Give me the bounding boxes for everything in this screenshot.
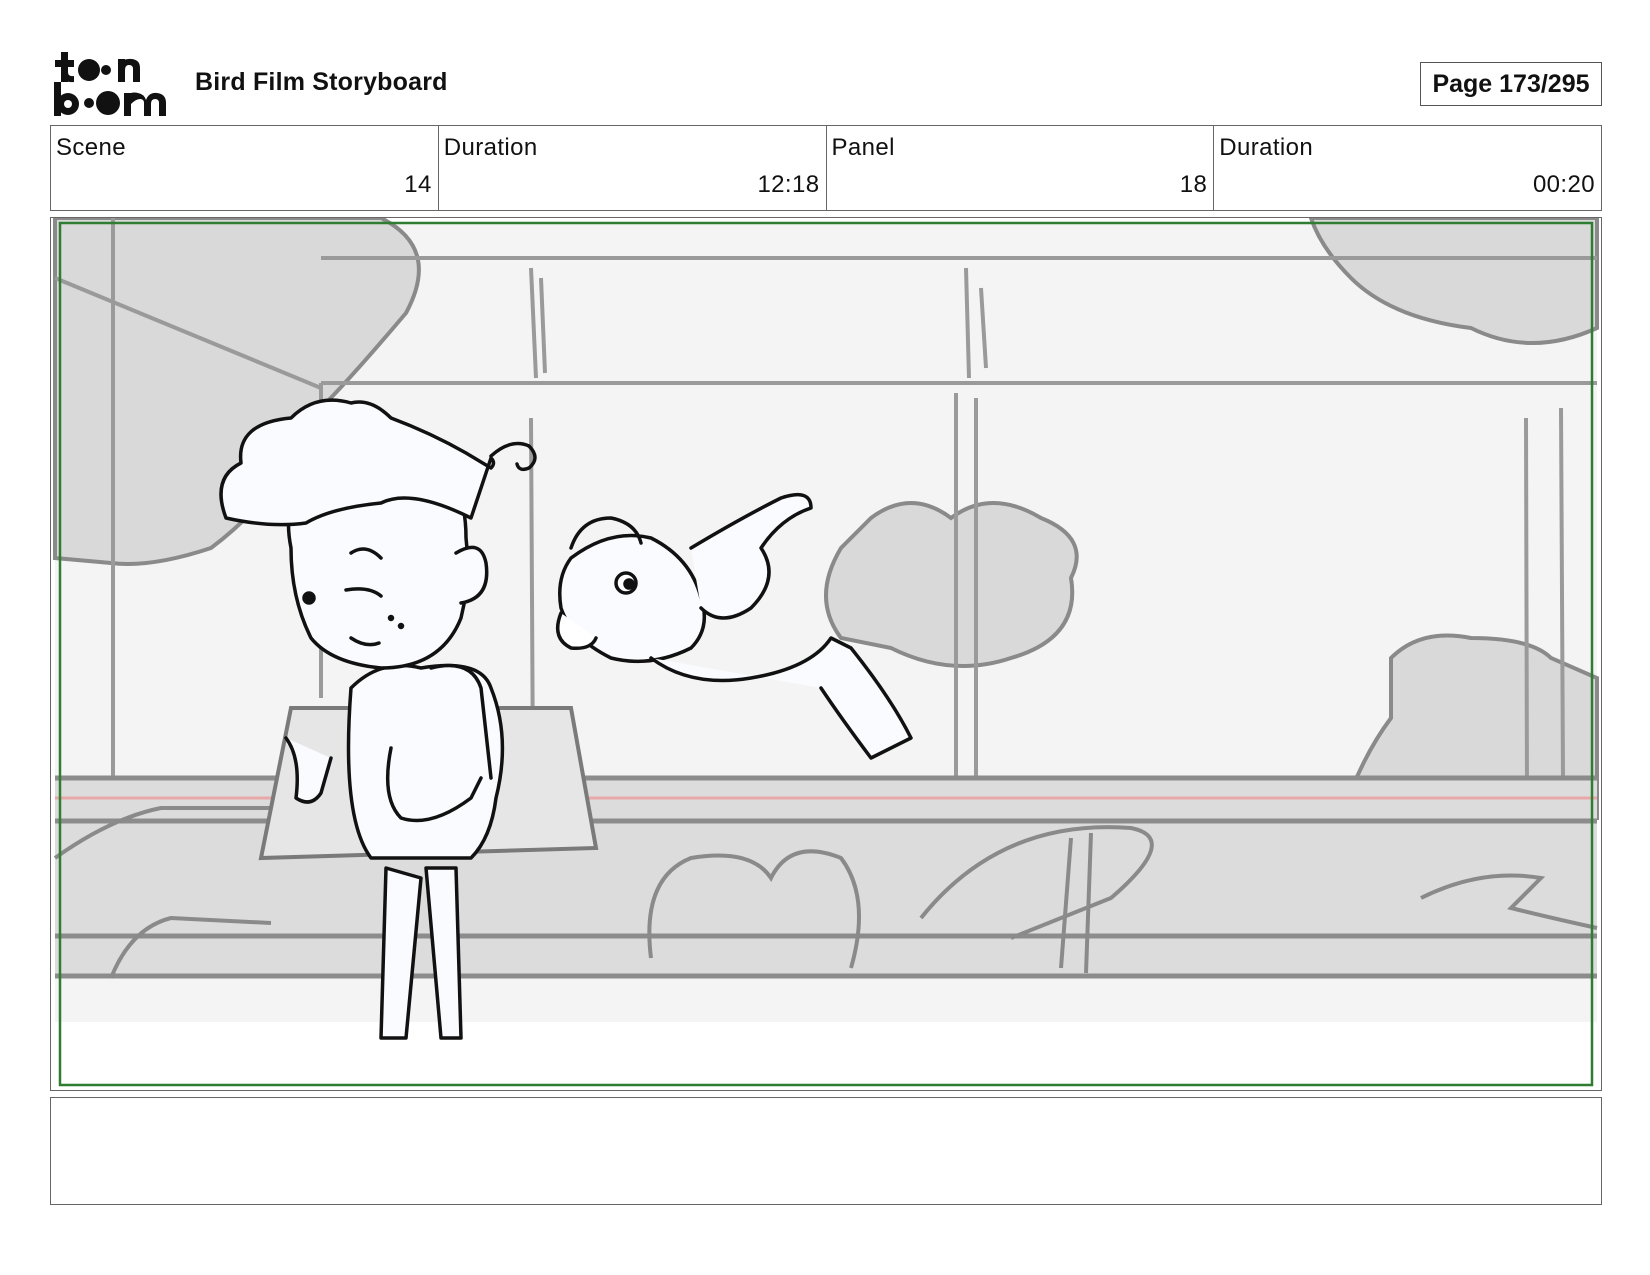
scene-duration-cell: Duration 12:18 xyxy=(439,126,827,210)
panel-value: 18 xyxy=(1179,171,1208,198)
panel-duration-value: 00:20 xyxy=(1532,171,1595,198)
storyboard-panel xyxy=(50,217,1602,1091)
storyboard-sketch xyxy=(53,218,1599,1087)
panel-info-row: Scene 14 Duration 12:18 Panel 18 Duratio… xyxy=(50,125,1602,211)
caption-box xyxy=(50,1097,1602,1205)
panel-label: Panel xyxy=(831,134,895,161)
scene-cell: Scene 14 xyxy=(51,126,439,210)
panel-duration-cell: Duration 00:20 xyxy=(1214,126,1601,210)
panel-cell: Panel 18 xyxy=(827,126,1215,210)
page-indicator: Page 173/295 xyxy=(1420,62,1602,106)
scene-value: 14 xyxy=(404,171,432,198)
toon-boom-logo xyxy=(54,52,170,116)
panel-duration-label: Duration xyxy=(1219,134,1314,161)
scene-duration-label: Duration xyxy=(443,134,538,161)
scene-duration-value: 12:18 xyxy=(757,171,820,198)
scene-label: Scene xyxy=(56,134,127,161)
document-title: Bird Film Storyboard xyxy=(195,68,448,96)
